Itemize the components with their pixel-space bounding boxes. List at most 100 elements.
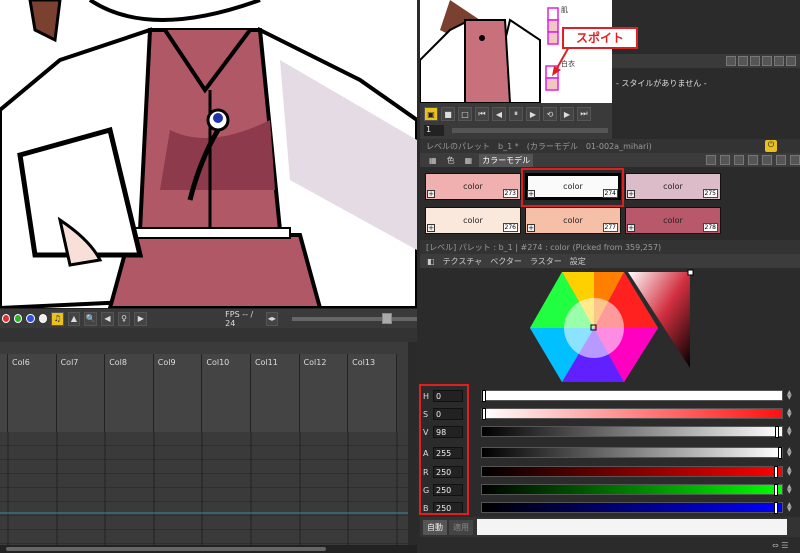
grid-icon[interactable]: ▦	[426, 155, 440, 166]
white-bg-icon[interactable]: □	[458, 107, 472, 121]
histogram-icon[interactable]: ▲	[67, 311, 81, 326]
stepper-arrows-icon[interactable]: ▲ ▼	[787, 390, 796, 401]
pin-icon[interactable]	[762, 155, 772, 165]
fps-slider[interactable]	[292, 312, 418, 324]
frame-slider[interactable]	[452, 128, 608, 133]
save-icon[interactable]	[726, 56, 736, 66]
apply-button[interactable]: 適用	[449, 519, 473, 535]
style-panel-toolbar	[612, 54, 800, 68]
red-channel-icon[interactable]	[2, 314, 11, 323]
xsheet-vertical-scrollbar[interactable]	[408, 342, 417, 545]
slider-thumb[interactable]	[778, 447, 782, 459]
canvas-viewer[interactable]	[0, 0, 417, 308]
grid-icon[interactable]	[774, 56, 784, 66]
zoom-icon[interactable]: 🔍	[84, 311, 98, 326]
column-header[interactable]: Col13	[348, 354, 397, 432]
slider-thumb[interactable]	[774, 484, 778, 496]
blue-channel-icon[interactable]	[26, 314, 35, 323]
stepper-arrows-icon[interactable]: ▲ ▼	[787, 426, 796, 437]
prev-icon[interactable]: ◀	[101, 311, 114, 326]
menu-icon[interactable]	[738, 56, 748, 66]
palette-swatch[interactable]: color 275 +	[625, 173, 721, 200]
palette-tabs: ▦ 色 ▦ カラーモデル	[420, 153, 800, 167]
value-slider[interactable]	[481, 426, 783, 438]
stepper-arrows-icon[interactable]: ▲ ▼	[787, 502, 796, 513]
first-frame-icon[interactable]: ⏮	[475, 107, 489, 121]
flipbook-artwork	[420, 0, 612, 103]
green-slider[interactable]	[481, 484, 783, 496]
list-icon[interactable]	[776, 155, 786, 165]
palette-swatch[interactable]: color 277 +	[525, 207, 621, 234]
parameter-highlight-box	[419, 384, 469, 515]
alpha-channel-icon[interactable]	[38, 314, 47, 323]
stepper-arrows-icon[interactable]: ▲ ▼	[787, 484, 796, 495]
alpha-slider[interactable]	[481, 447, 783, 459]
name-view-icon[interactable]	[720, 155, 730, 165]
view-mode-icon[interactable]	[706, 155, 716, 165]
auto-button[interactable]: 自動	[423, 519, 447, 535]
frame-field[interactable]: 1	[424, 125, 444, 136]
pin-icon[interactable]	[750, 56, 760, 66]
toggle-icon[interactable]: ⇔ ☰	[772, 541, 788, 550]
column-header[interactable]: Col8	[105, 354, 154, 432]
move-icon: +	[627, 190, 635, 198]
lock-icon[interactable]	[790, 155, 800, 165]
blue-slider[interactable]	[481, 502, 783, 514]
flipbook-viewer[interactable]: 肌 白衣	[420, 0, 612, 103]
column-header[interactable]	[0, 354, 8, 432]
next-icon[interactable]: ▶	[134, 311, 148, 326]
stepper-arrows-icon[interactable]: ▲ ▼	[787, 408, 796, 419]
next-frame-icon[interactable]: ▶	[560, 107, 574, 121]
grid-icon[interactable]: ▦	[462, 155, 476, 166]
menu-icon[interactable]	[748, 155, 758, 165]
red-slider[interactable]	[481, 466, 783, 478]
saturation-slider[interactable]	[481, 408, 783, 420]
save-icon[interactable]	[734, 155, 744, 165]
fps-stepper[interactable]: ◂▸	[265, 311, 279, 326]
palette-swatch[interactable]: color 278 +	[625, 207, 721, 234]
color-tab-icon[interactable]: ◧	[424, 256, 438, 267]
column-header[interactable]: Col12	[299, 354, 349, 432]
palette-swatch[interactable]: color 273 +	[425, 173, 521, 200]
tab-raster[interactable]: ラスター	[527, 255, 565, 268]
slider-thumb[interactable]	[482, 408, 486, 420]
hue-slider[interactable]	[481, 390, 783, 402]
checkerboard-icon[interactable]: ▣	[424, 107, 438, 121]
stepper-arrows-icon[interactable]: ▲ ▼	[787, 466, 796, 477]
xsheet-scroll-thumb[interactable]	[6, 547, 326, 551]
options-icon[interactable]	[786, 56, 796, 66]
flip-label-white: 白衣	[561, 60, 575, 68]
column-header[interactable]: Col9	[153, 354, 203, 432]
column-header[interactable]: Col11	[250, 354, 300, 432]
prev-frame-icon[interactable]: ◀	[492, 107, 506, 121]
power-icon[interactable]: ⏻	[765, 140, 777, 152]
slider-thumb[interactable]	[774, 502, 778, 514]
play-icon[interactable]: ▶	[526, 107, 540, 121]
palette-swatch[interactable]: color 276 +	[425, 207, 521, 234]
pause-icon[interactable]: ⏸	[509, 107, 523, 121]
tab-color[interactable]: 色	[444, 154, 458, 167]
column-header[interactable]: Col6	[8, 354, 57, 432]
bottom-strip: ⇔ ☰	[420, 538, 800, 553]
color-wheel[interactable]	[528, 268, 698, 384]
style-panel	[612, 0, 800, 139]
column-header[interactable]: Col7	[56, 354, 106, 432]
stepper-arrows-icon[interactable]: ▲ ▼	[787, 447, 796, 458]
xsheet-grid-lines	[0, 432, 408, 545]
fps-slider-thumb[interactable]	[382, 312, 393, 324]
tab-color-model[interactable]: カラーモデル	[479, 153, 534, 167]
column-header[interactable]: Col10	[202, 354, 251, 432]
tab-settings[interactable]: 設定	[567, 255, 589, 268]
tab-texture[interactable]: テクスチャ	[440, 255, 486, 268]
view-icon[interactable]	[762, 56, 772, 66]
black-bg-icon[interactable]: ■	[441, 107, 455, 121]
green-channel-icon[interactable]	[14, 314, 23, 323]
tab-vector[interactable]: ベクター	[487, 255, 525, 268]
slider-thumb[interactable]	[775, 426, 779, 438]
slider-thumb[interactable]	[774, 466, 778, 478]
last-frame-icon[interactable]: ⏭	[577, 107, 591, 121]
pin-icon[interactable]: ♀	[117, 311, 131, 326]
slider-thumb[interactable]	[482, 390, 486, 402]
loop-icon[interactable]: ⟲	[543, 107, 557, 121]
sound-toggle-icon[interactable]: ♫	[50, 311, 64, 326]
